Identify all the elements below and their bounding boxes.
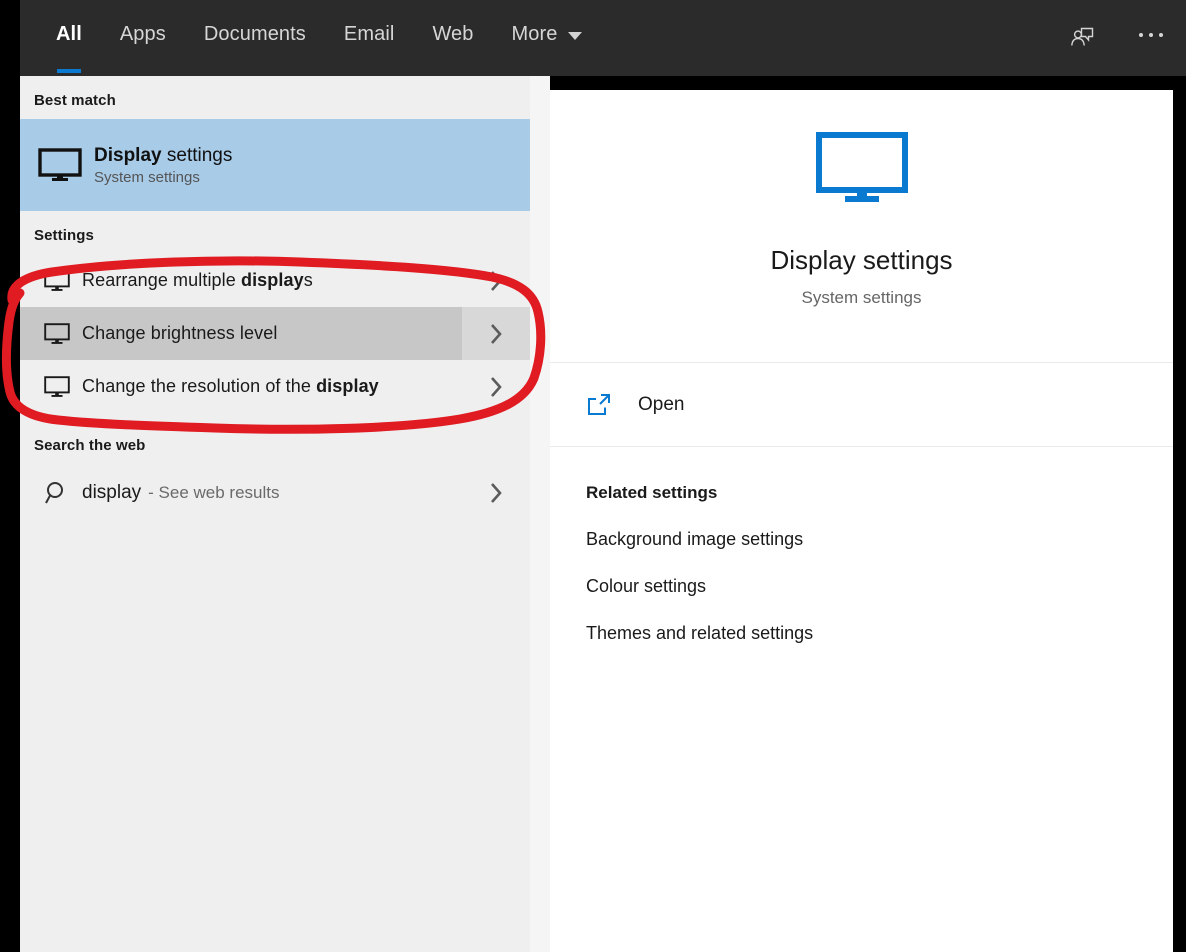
monitor-icon	[32, 323, 82, 345]
best-match-title-rest: settings	[162, 145, 233, 166]
chevron-right-icon[interactable]	[462, 254, 530, 307]
tab-all-label: All	[56, 23, 82, 46]
tab-all[interactable]: All	[37, 0, 101, 69]
preview-hero: Display settings System settings	[550, 90, 1173, 362]
best-match-heading: Best match	[20, 76, 530, 119]
related-link-background-image-settings[interactable]: Background image settings	[586, 529, 803, 550]
active-tab-underline	[57, 69, 81, 73]
tab-web[interactable]: Web	[413, 0, 492, 69]
related-link-themes-and-related-settings[interactable]: Themes and related settings	[586, 623, 813, 644]
tab-documents[interactable]: Documents	[185, 0, 325, 69]
monitor-icon	[32, 376, 82, 398]
label-bold: display	[241, 270, 304, 290]
label-prefix: Change the resolution of the	[82, 376, 316, 396]
settings-item-change-brightness-level[interactable]: Change brightness level	[20, 307, 530, 360]
best-match-result-display-settings[interactable]: Display settings System settings	[20, 119, 530, 211]
tab-email-label: Email	[344, 23, 395, 46]
open-label: Open	[638, 394, 684, 416]
results-pane: Best match Display settings System setti…	[20, 76, 530, 952]
search-the-web-heading: Search the web	[20, 413, 530, 464]
related-settings-heading: Related settings	[586, 483, 1173, 503]
preview-subtitle: System settings	[802, 288, 922, 308]
preview-pane: Display settings System settings Open Re…	[550, 90, 1173, 952]
tab-list: All Apps Documents Email Web More	[37, 0, 601, 69]
tab-more-label: More	[512, 23, 558, 46]
web-search-suffix: - See web results	[148, 483, 279, 503]
search-icon	[32, 480, 82, 506]
person-feedback-icon[interactable]	[1062, 14, 1104, 56]
web-search-result[interactable]: display - See web results	[20, 464, 530, 522]
web-search-query: display	[82, 482, 141, 504]
best-match-title-bold: Display	[94, 145, 162, 166]
settings-item-rearrange-multiple-displays[interactable]: Rearrange multiple displays	[20, 254, 530, 307]
settings-item-label: Change brightness level	[82, 323, 277, 344]
ellipsis-dots	[1139, 33, 1163, 37]
chevron-right-icon[interactable]	[462, 307, 530, 360]
preview-title: Display settings	[770, 245, 952, 276]
settings-item-label: Change the resolution of the display	[82, 376, 379, 397]
tab-apps-label: Apps	[120, 23, 166, 46]
search-filter-tabbar: All Apps Documents Email Web More	[20, 0, 1186, 76]
label-prefix: Change brightness level	[82, 323, 277, 343]
tab-email[interactable]: Email	[325, 0, 414, 69]
label-prefix: Rearrange multiple	[82, 270, 241, 290]
monitor-icon	[38, 148, 94, 182]
settings-item-change-the-resolution-of-the-display[interactable]: Change the resolution of the display	[20, 360, 530, 413]
settings-item-label: Rearrange multiple displays	[82, 270, 313, 291]
best-match-title: Display settings	[94, 145, 232, 167]
label-bold: display	[316, 376, 379, 396]
open-action-row[interactable]: Open	[550, 363, 1173, 446]
tab-apps[interactable]: Apps	[101, 0, 185, 69]
monitor-icon	[32, 270, 82, 292]
chevron-down-icon	[568, 32, 582, 40]
tab-web-label: Web	[432, 23, 473, 46]
monitor-icon-blue	[816, 132, 908, 209]
pane-gutter	[530, 76, 550, 952]
tab-documents-label: Documents	[204, 23, 306, 46]
label-suffix: s	[304, 270, 313, 290]
related-settings-section: Related settings Background image settin…	[550, 447, 1173, 644]
chevron-right-icon[interactable]	[462, 464, 530, 522]
more-ellipsis-icon[interactable]	[1130, 14, 1172, 56]
tab-more[interactable]: More	[493, 0, 602, 69]
chevron-right-icon[interactable]	[462, 360, 530, 413]
search-flyout: All Apps Documents Email Web More	[0, 0, 1186, 952]
best-match-subtitle: System settings	[94, 169, 232, 186]
related-link-colour-settings[interactable]: Colour settings	[586, 576, 706, 597]
open-external-icon	[586, 392, 638, 418]
topbar-actions	[1062, 0, 1172, 69]
best-match-text: Display settings System settings	[94, 145, 232, 186]
settings-heading: Settings	[20, 211, 530, 254]
